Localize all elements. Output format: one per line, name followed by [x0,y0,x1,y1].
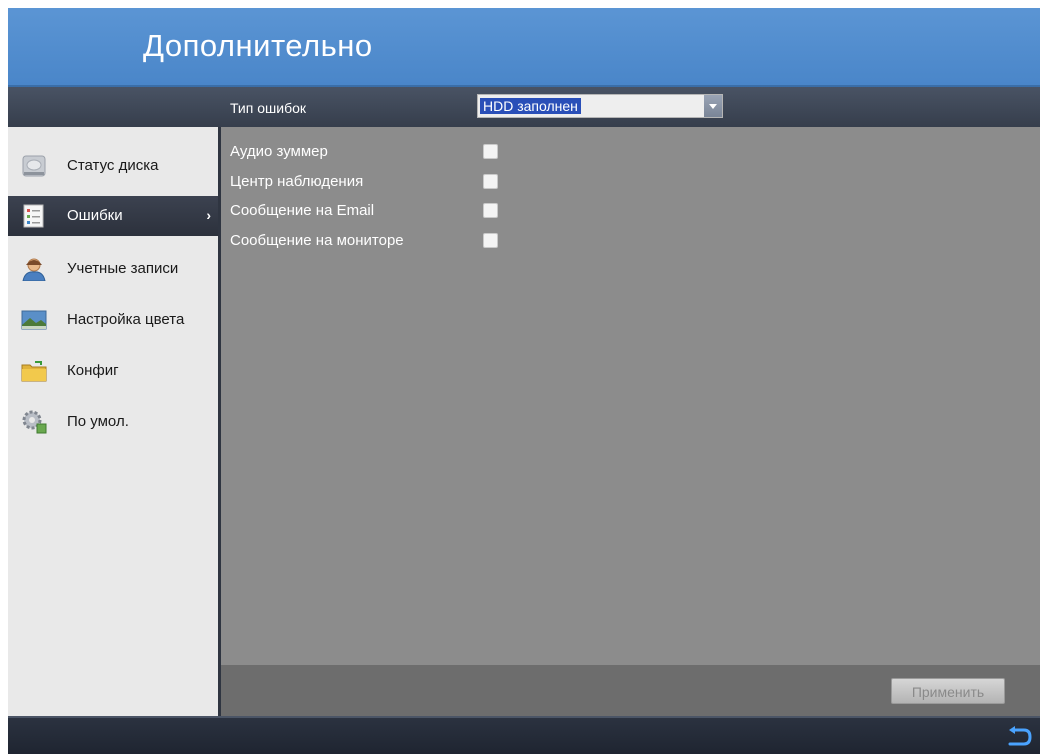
sidebar-item-errors[interactable]: Ошибки › [8,196,218,236]
advanced-settings-window: Дополнительно Тип ошибок HDD заполнен Ст… [8,8,1040,754]
chevron-down-icon[interactable] [704,95,722,117]
audio-buzzer-checkbox[interactable] [483,144,498,159]
sidebar-item-label: Учетные записи [67,260,179,277]
error-type-label: Тип ошибок [230,100,306,116]
sidebar-item-label: Статус диска [67,157,159,174]
error-type-select[interactable]: HDD заполнен [477,94,723,118]
chevron-right-icon: › [206,207,211,223]
footer-bar: Применить [221,665,1040,716]
sidebar-item-label: По умол. [67,413,129,430]
title-bar: Дополнительно [8,8,1040,87]
monitoring-center-checkbox[interactable] [483,174,498,189]
disk-icon [21,154,47,178]
sidebar: Статус диска Ошибки › Учетные записи Нас… [8,127,221,716]
page-title: Дополнительно [143,28,373,63]
sidebar-item-accounts[interactable]: Учетные записи [8,249,218,289]
sidebar-item-defaults[interactable]: По умол. [8,402,218,442]
option-audio-buzzer: Аудио зуммер [230,141,510,163]
option-label: Сообщение на Email [230,202,375,219]
sidebar-item-disk-status[interactable]: Статус диска [8,146,218,186]
sidebar-item-color-settings[interactable]: Настройка цвета [8,300,218,340]
back-arrow-icon[interactable] [1006,726,1032,748]
sidebar-item-label: Ошибки [67,207,123,224]
option-monitor-message: Сообщение на мониторе [230,230,510,252]
sidebar-item-config[interactable]: Конфиг [8,351,218,391]
option-label: Аудио зуммер [230,143,328,160]
email-message-checkbox[interactable] [483,203,498,218]
user-icon [21,257,47,282]
option-email-message: Сообщение на Email [230,200,510,222]
color-landscape-icon [21,308,47,332]
folder-icon [21,359,47,383]
error-type-selected-value: HDD заполнен [480,98,581,114]
apply-button[interactable]: Применить [891,678,1005,704]
monitor-message-checkbox[interactable] [483,233,498,248]
errors-list-icon [21,204,47,228]
option-monitoring-center: Центр наблюдения [230,171,510,193]
option-label: Сообщение на мониторе [230,232,404,249]
gear-icon [21,410,47,434]
bottom-bar [8,716,1040,754]
sidebar-item-label: Настройка цвета [67,311,185,328]
option-label: Центр наблюдения [230,173,364,190]
sidebar-item-label: Конфиг [67,362,119,379]
